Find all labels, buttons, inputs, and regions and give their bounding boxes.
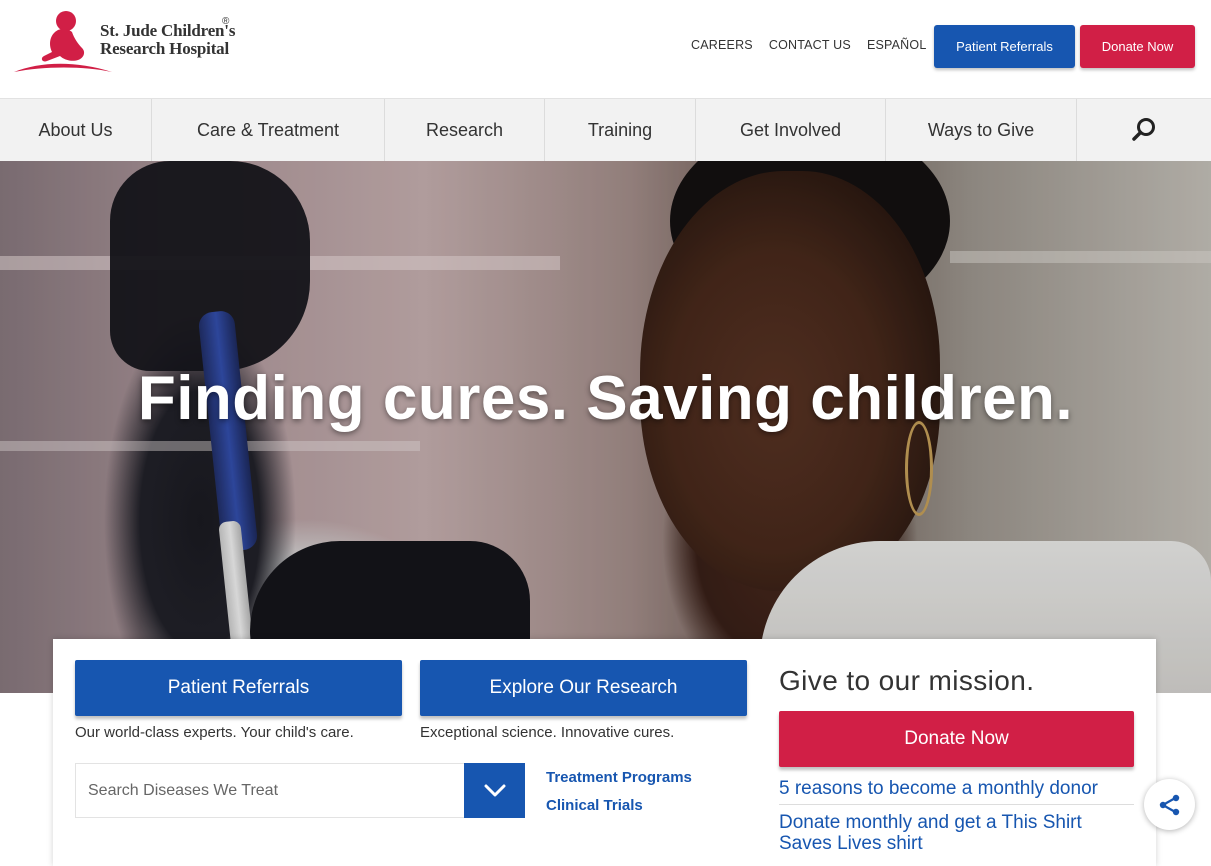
nav-item-training[interactable]: Training [545, 99, 696, 161]
explore-research-caption: Exceptional science. Innovative cures. [420, 724, 675, 741]
nav-item-research[interactable]: Research [385, 99, 545, 161]
hero-banner: Finding cures. Saving children. [0, 161, 1211, 693]
logo-line-2: Research Hospital [100, 39, 229, 58]
st-jude-logo[interactable]: St. Jude Children's Research Hospital ® [14, 8, 244, 78]
logo-wordmark: St. Jude Children's Research Hospital [100, 22, 235, 58]
disease-search-input[interactable] [76, 764, 464, 817]
main-nav: About Us Care & Treatment Research Train… [0, 98, 1211, 161]
disease-search-toggle[interactable] [464, 763, 525, 818]
patient-referrals-caption: Our world-class experts. Your child's ca… [75, 724, 354, 741]
logo-line-1: St. Jude Children's [100, 21, 236, 40]
monthly-donor-reasons-link[interactable]: 5 reasons to become a monthly donor [779, 778, 1098, 799]
explore-research-button[interactable]: Explore Our Research [420, 660, 747, 716]
contact-us-link[interactable]: CONTACT US [769, 38, 851, 52]
utility-nav: CAREERS CONTACT US ESPAÑOL [691, 38, 926, 52]
patient-referrals-header-button[interactable]: Patient Referrals [934, 25, 1075, 68]
clinical-trials-link[interactable]: Clinical Trials [546, 797, 643, 814]
registered-mark: ® [222, 16, 230, 27]
espanol-link[interactable]: ESPAÑOL [867, 38, 927, 52]
quick-links-panel: Patient Referrals Our world-class expert… [53, 639, 1156, 866]
hero-headline: Finding cures. Saving children. [137, 364, 1074, 433]
mission-heading: Give to our mission. [779, 665, 1035, 696]
chevron-down-icon [484, 784, 505, 796]
child-silhouette-logo-icon [14, 11, 112, 72]
nav-item-about-us[interactable]: About Us [0, 99, 152, 161]
site-header: St. Jude Children's Research Hospital ® … [0, 0, 1211, 98]
nav-item-care-treatment[interactable]: Care & Treatment [152, 99, 385, 161]
nav-search-button[interactable] [1077, 99, 1211, 161]
share-icon [1159, 794, 1179, 815]
disease-search [75, 763, 525, 818]
share-button[interactable] [1144, 779, 1195, 830]
search-icon [1132, 118, 1155, 141]
nav-item-ways-to-give[interactable]: Ways to Give [886, 99, 1077, 161]
careers-link[interactable]: CAREERS [691, 38, 753, 52]
mission-divider [779, 804, 1134, 805]
donate-now-header-button[interactable]: Donate Now [1080, 25, 1195, 68]
monthly-shirt-offer-link[interactable]: Donate monthly and get a This Shirt Save… [779, 812, 1109, 854]
treatment-programs-link[interactable]: Treatment Programs [546, 769, 692, 786]
patient-referrals-button[interactable]: Patient Referrals [75, 660, 402, 716]
donate-now-button[interactable]: Donate Now [779, 711, 1134, 767]
nav-item-get-involved[interactable]: Get Involved [696, 99, 886, 161]
